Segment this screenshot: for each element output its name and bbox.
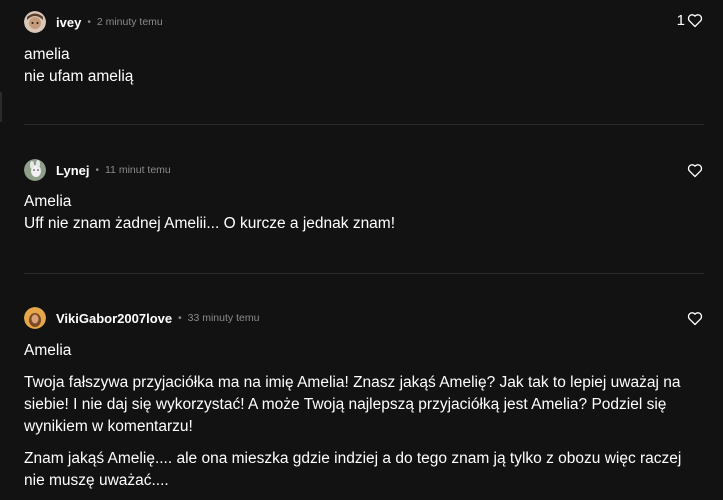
timestamp: 33 minuty temu [187, 312, 260, 324]
comment-paragraph: Twoja fałszywa przyjaciółka ma na imię A… [24, 374, 681, 435]
avatar[interactable] [24, 307, 46, 329]
comment-header: VikiGabor2007love • 33 minuty temu [24, 305, 259, 331]
comment-title: Amelia [24, 193, 72, 210]
like-button[interactable]: 1 [677, 12, 703, 29]
avatar[interactable] [24, 11, 46, 33]
comment-title: amelia [24, 46, 70, 63]
like-button[interactable] [687, 163, 703, 178]
comment-title: Amelia [24, 342, 72, 359]
comment-header: ivey • 2 minuty temu [24, 9, 163, 35]
separator-dot: • [178, 312, 182, 324]
avatar[interactable] [24, 159, 46, 181]
username[interactable]: ivey [56, 15, 81, 30]
username[interactable]: VikiGabor2007love [56, 311, 172, 326]
comment-divider [24, 124, 704, 125]
comment-header: Lynej • 11 minut temu [24, 157, 171, 183]
like-count: 1 [676, 12, 685, 29]
comment-paragraph: Znam jakąś Amelię.... ale ona mieszka gd… [24, 450, 682, 489]
comment-divider [24, 273, 704, 274]
username[interactable]: Lynej [56, 163, 89, 178]
comment-text: nie ufam amelią [24, 68, 134, 85]
heart-outline-icon[interactable] [687, 311, 703, 326]
separator-dot: • [95, 164, 99, 176]
like-button[interactable] [687, 311, 703, 326]
heart-outline-icon[interactable] [687, 163, 703, 178]
timestamp: 2 minuty temu [96, 16, 163, 28]
timestamp: 11 minut temu [105, 164, 171, 176]
comment-text: Uff nie znam żadnej Amelii... O kurcze a… [24, 215, 396, 232]
separator-dot: • [87, 16, 91, 28]
heart-outline-icon[interactable] [687, 13, 703, 28]
thread-rule [0, 92, 2, 122]
